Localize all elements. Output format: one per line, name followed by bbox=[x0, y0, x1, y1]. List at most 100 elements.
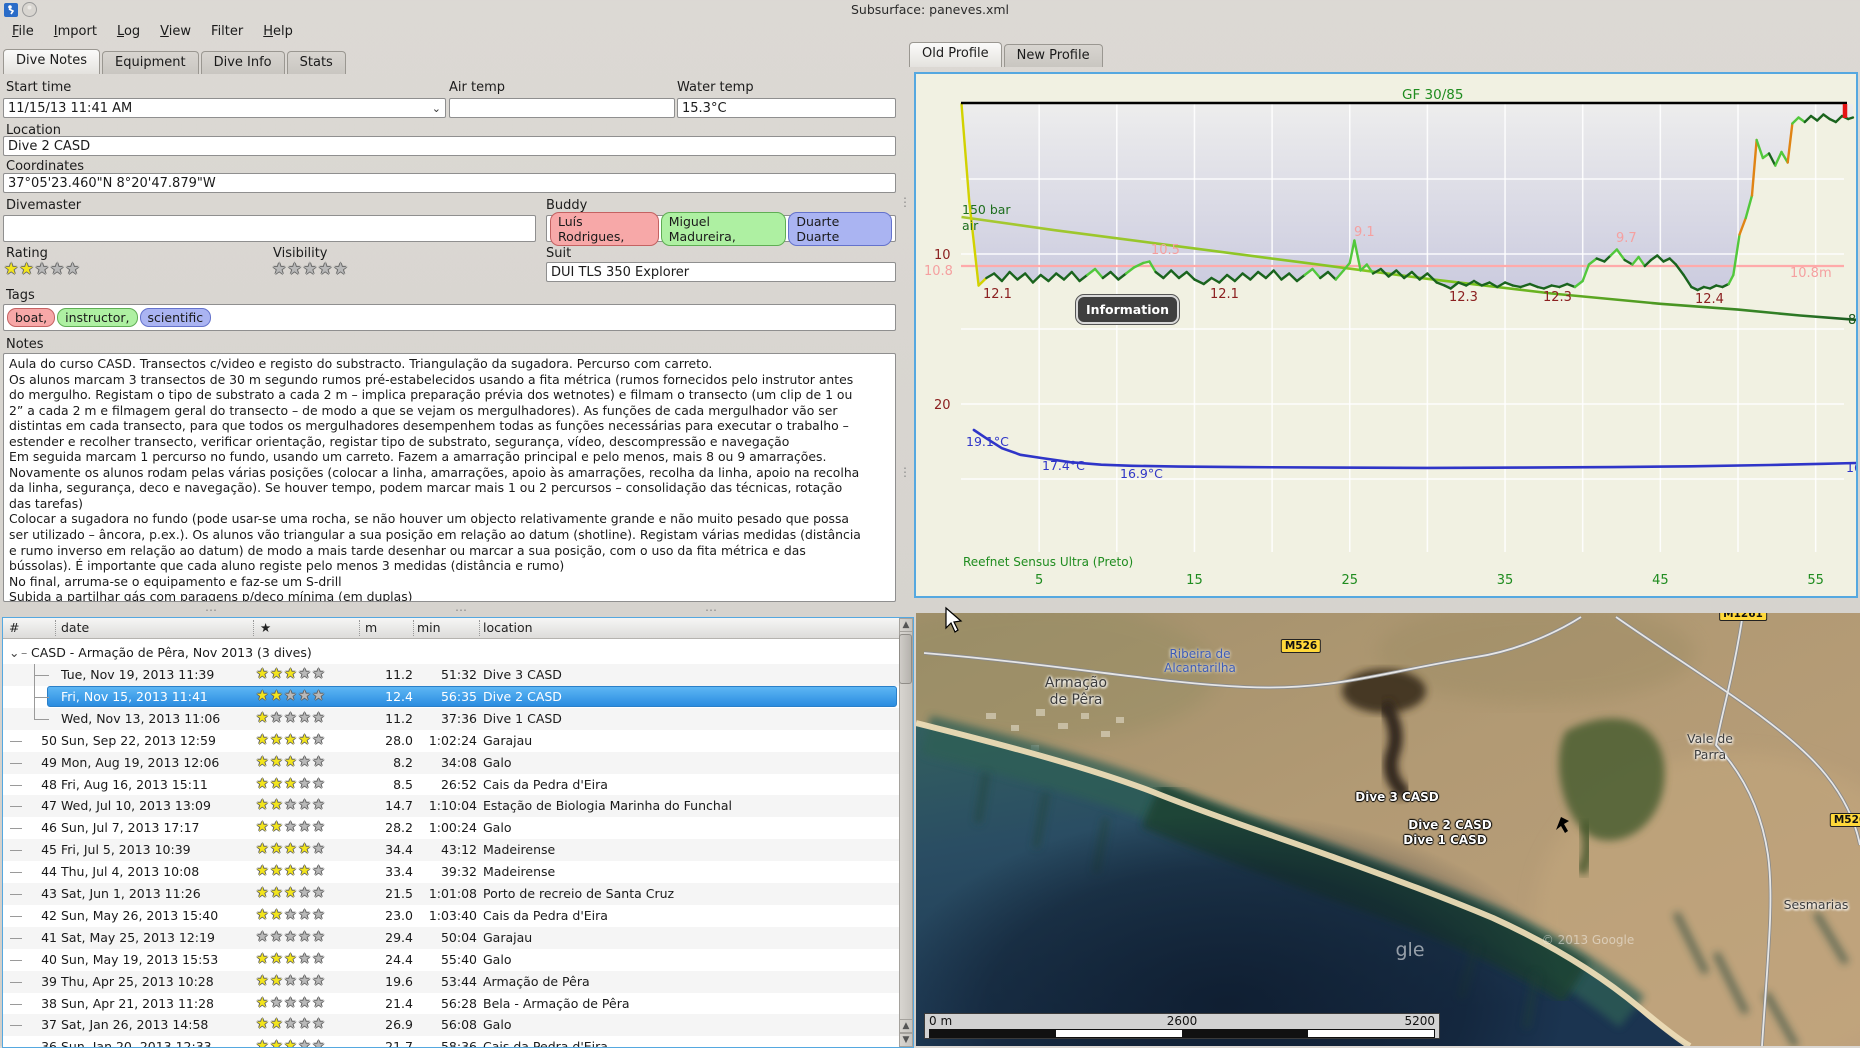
coordinates-field[interactable]: 37°05'23.460"N 8°20'47.879"W bbox=[3, 173, 896, 193]
dive-row-selected[interactable]: Fri, Nov 15, 2013 11:41 ★★★★★ 12.4 56:35 Div… bbox=[3, 685, 899, 708]
dive-list-header[interactable]: # date ★ m min location bbox=[3, 618, 899, 639]
dive-site-map[interactable]: Armação de Pêra Ribeira de Alcantarilha M526… bbox=[916, 613, 1860, 1046]
tab-new-profile[interactable]: New Profile bbox=[1003, 44, 1103, 67]
svg-text:55: 55 bbox=[1807, 573, 1824, 588]
cell: ★★★★★ bbox=[256, 819, 326, 835]
cell: Dive 1 CASD bbox=[483, 710, 562, 726]
tab-dive-notes[interactable]: Dive Notes bbox=[3, 49, 100, 74]
column-separator[interactable] bbox=[359, 620, 360, 636]
star-icon: ★ bbox=[312, 928, 327, 945]
rating-stars[interactable]: ★★★★★ bbox=[4, 261, 81, 278]
dive-row[interactable]: 39 Thu, Apr 25, 2013 10:28 ★★★★★ 19.6 53:44 A… bbox=[3, 970, 899, 993]
tree-line bbox=[10, 959, 22, 961]
star-icon: ★ bbox=[270, 841, 285, 858]
column-header-3[interactable]: m bbox=[365, 620, 377, 635]
buddy-chip[interactable]: Duarte Duarte bbox=[788, 211, 893, 246]
dive-row[interactable]: Wed, Nov 13, 2013 11:06 ★★★★★ 11.2 37:36 Div… bbox=[3, 707, 899, 730]
scrollbar-thumb[interactable] bbox=[898, 634, 912, 684]
menu-help[interactable]: Help bbox=[253, 22, 303, 41]
dive-row[interactable]: 36 Sun, Jan 20, 2013 12:33 ★★★★★ 21.7 58:36 C… bbox=[3, 1036, 899, 1047]
scroll-up-button[interactable]: ▲ bbox=[899, 618, 913, 632]
dive-row[interactable]: 37 Sat, Jan 26, 2013 14:58 ★★★★★ 26.9 56:08 G… bbox=[3, 1014, 899, 1037]
dive-row[interactable]: 49 Mon, Aug 19, 2013 12:06 ★★★★★ 8.2 34:08 Ga… bbox=[3, 751, 899, 774]
cell: Dive 2 CASD bbox=[483, 688, 562, 704]
tab-stats[interactable]: Stats bbox=[286, 51, 346, 74]
notes-textarea[interactable]: Aula do curso CASD. Transectos c/video e… bbox=[3, 353, 896, 602]
tags-field[interactable]: boat, instructor, scientific bbox=[3, 304, 896, 331]
column-header-1[interactable]: date bbox=[61, 620, 89, 635]
dive-row[interactable]: 40 Sun, May 19, 2013 15:53 ★★★★★ 24.4 55:40 G… bbox=[3, 949, 899, 971]
divemaster-field[interactable] bbox=[3, 215, 536, 242]
cell: 11.2 bbox=[385, 710, 413, 726]
chevron-down-icon[interactable]: ⌄ bbox=[432, 102, 441, 115]
dive-row[interactable]: 44 Thu, Jul 4, 2013 10:08 ★★★★★ 33.4 39:32 Ma… bbox=[3, 861, 899, 883]
buddy-chip[interactable]: Luís Rodrigues, bbox=[550, 211, 659, 246]
column-header-4[interactable]: min bbox=[417, 620, 441, 635]
tag-chip[interactable]: scientific bbox=[139, 308, 212, 327]
cell: 38 bbox=[41, 995, 57, 1011]
location-field[interactable]: Dive 2 CASD bbox=[3, 136, 896, 156]
star-icon: ★ bbox=[284, 906, 299, 923]
cell: Fri, Jul 5, 2013 10:39 bbox=[61, 842, 191, 858]
start-time-combobox[interactable]: 11/15/13 11:41 AM ⌄ bbox=[3, 98, 446, 118]
dive-row[interactable]: 43 Sat, Jun 1, 2013 11:26 ★★★★★ 21.5 1:01:08… bbox=[3, 883, 899, 905]
tag-chip[interactable]: instructor, bbox=[57, 308, 138, 327]
information-tooltip[interactable]: Information bbox=[1075, 294, 1180, 325]
tag-chip[interactable]: boat, bbox=[7, 308, 56, 327]
suit-field[interactable]: DUI TLS 350 Explorer bbox=[546, 262, 896, 282]
dive-trip-group-row[interactable]: ⌄ – CASD - Armação de Pêra, Nov 2013 (3 di… bbox=[3, 642, 899, 664]
expander-icon[interactable]: ⌄ bbox=[9, 645, 19, 660]
buddy-chip[interactable]: Miguel Madureira, bbox=[660, 211, 787, 246]
scroll-down-button[interactable]: ▼ bbox=[899, 1033, 913, 1047]
splitter-handle[interactable]: ⋯ bbox=[455, 603, 469, 617]
splitter-handle[interactable]: ⋯ bbox=[705, 603, 719, 617]
dive-row[interactable]: 50 Sun, Sep 22, 2013 12:59 ★★★★★ 28.0 1:02:2… bbox=[3, 730, 899, 752]
tab-dive-info[interactable]: Dive Info bbox=[200, 51, 285, 74]
menu-filter[interactable]: Filter bbox=[201, 22, 253, 41]
column-separator[interactable] bbox=[479, 620, 480, 636]
dive-row[interactable]: 38 Sun, Apr 21, 2013 11:28 ★★★★★ 21.4 56:28 B… bbox=[3, 993, 899, 1015]
column-separator[interactable] bbox=[55, 620, 56, 636]
dive-row[interactable]: 41 Sat, May 25, 2013 12:19 ★★★★★ 29.4 50:04 G… bbox=[3, 926, 899, 949]
tab-old-profile[interactable]: Old Profile bbox=[909, 42, 1002, 67]
star-icon: ★ bbox=[270, 731, 285, 748]
star-icon: ★ bbox=[256, 687, 271, 704]
water-temp-field[interactable]: 15.3°C bbox=[677, 98, 896, 118]
column-header-2[interactable]: ★ bbox=[260, 620, 271, 635]
menu-import[interactable]: Import bbox=[44, 22, 107, 41]
svg-text:16: 16 bbox=[1846, 460, 1856, 475]
tab-equipment[interactable]: Equipment bbox=[102, 51, 199, 74]
cell: Sun, Sep 22, 2013 12:59 bbox=[61, 732, 216, 748]
star-icon: ★ bbox=[256, 841, 271, 858]
map-place-label: de Pêra bbox=[1049, 692, 1103, 708]
dive-row[interactable]: 47 Wed, Jul 10, 2013 13:09 ★★★★★ 14.7 1:10:0… bbox=[3, 795, 899, 818]
dive-row[interactable]: 48 Fri, Aug 16, 2013 15:11 ★★★★★ 8.5 26:52 Ca… bbox=[3, 774, 899, 796]
menu-log[interactable]: Log bbox=[107, 22, 150, 41]
column-separator[interactable] bbox=[413, 620, 414, 636]
visibility-stars[interactable]: ★★★★★ bbox=[272, 261, 349, 278]
dive-row[interactable]: 42 Sun, May 26, 2013 15:40 ★★★★★ 23.0 1:03:4… bbox=[3, 905, 899, 927]
star-icon: ★ bbox=[312, 1016, 327, 1033]
column-header-5[interactable]: location bbox=[483, 620, 533, 635]
dive-row[interactable]: 45 Fri, Jul 5, 2013 10:39 ★★★★★ 34.4 43:12 Ma… bbox=[3, 839, 899, 862]
vertical-splitter-handle[interactable]: ⋮ bbox=[899, 195, 913, 209]
tree-line bbox=[10, 762, 22, 764]
vertical-splitter-handle[interactable]: ⋮ bbox=[899, 465, 913, 479]
cell: 43 bbox=[41, 886, 57, 901]
dive-row[interactable]: 46 Sun, Jul 7, 2013 17:17 ★★★★★ 28.2 1:00:24… bbox=[3, 817, 899, 839]
menu-view[interactable]: View bbox=[150, 22, 201, 41]
cell: 53:44 bbox=[440, 973, 477, 989]
cell: ★★★★★ bbox=[256, 688, 326, 704]
svg-text:9.1: 9.1 bbox=[1354, 225, 1375, 240]
column-header-0[interactable]: # bbox=[9, 620, 19, 635]
scroll-up-button-2[interactable]: ▲ bbox=[899, 1019, 913, 1033]
buddy-field[interactable]: Luís Rodrigues, Miguel Madureira, Duarte D… bbox=[546, 211, 896, 246]
dive-row[interactable]: Tue, Nov 19, 2013 11:39 ★★★★★ 11.2 51:32 Div… bbox=[3, 664, 899, 686]
dive-profile-chart[interactable]: GF 30/85 150 barair 80 10 20 5 15 25 35 45 55 Reefn… bbox=[914, 72, 1860, 598]
menu-file[interactable]: File bbox=[2, 22, 44, 41]
column-separator[interactable] bbox=[253, 620, 254, 636]
cell: Galo bbox=[483, 820, 512, 836]
splitter-handle[interactable]: ⋯ bbox=[205, 603, 219, 617]
air-temp-field[interactable] bbox=[449, 98, 675, 118]
star-icon: ★ bbox=[284, 994, 299, 1011]
